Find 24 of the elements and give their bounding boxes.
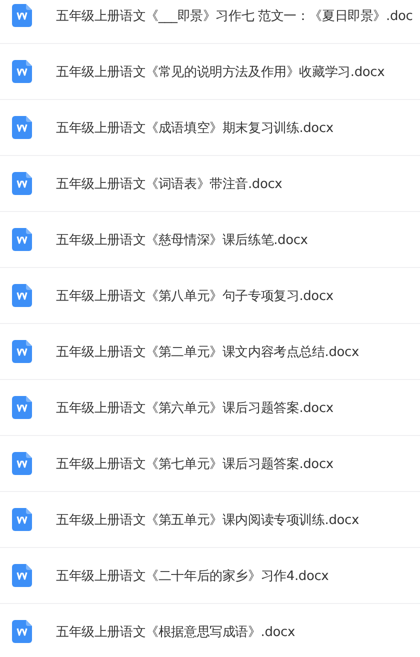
file-name[interactable]: 五年级上册语文《二十年后的家乡》习作4.docx <box>56 566 420 584</box>
file-name[interactable]: 五年级上册语文《第二单元》课文内容考点总结.docx <box>56 342 420 360</box>
file-name[interactable]: 五年级上册语文《第六单元》课后习题答案.docx <box>56 398 420 416</box>
word-document-icon <box>12 508 32 531</box>
file-name[interactable]: 五年级上册语文《___即景》习作七 范文一：《夏日即景》.doc <box>56 6 420 24</box>
word-document-icon <box>12 564 32 587</box>
word-document-icon <box>12 340 32 363</box>
word-document-icon <box>12 452 32 475</box>
file-name[interactable]: 五年级上册语文《词语表》带注音.docx <box>56 174 420 192</box>
file-name[interactable]: 五年级上册语文《第七单元》课后习题答案.docx <box>56 454 420 472</box>
word-document-icon <box>12 4 32 27</box>
file-name[interactable]: 五年级上册语文《常见的说明方法及作用》收藏学习.docx <box>56 62 420 80</box>
file-name[interactable]: 五年级上册语文《第五单元》课内阅读专项训练.docx <box>56 510 420 528</box>
word-document-icon <box>12 228 32 251</box>
file-name[interactable]: 五年级上册语文《成语填空》期末复习训练.docx <box>56 118 420 136</box>
word-document-icon <box>12 172 32 195</box>
file-name[interactable]: 五年级上册语文《慈母情深》课后练笔.docx <box>56 230 420 248</box>
word-document-icon <box>12 396 32 419</box>
word-document-icon <box>12 284 32 307</box>
word-document-icon <box>12 620 32 643</box>
word-document-icon <box>12 60 32 83</box>
word-document-icon <box>12 116 32 139</box>
file-name[interactable]: 五年级上册语文《根据意思写成语》.docx <box>56 622 420 640</box>
file-name[interactable]: 五年级上册语文《第八单元》句子专项复习.docx <box>56 286 420 304</box>
